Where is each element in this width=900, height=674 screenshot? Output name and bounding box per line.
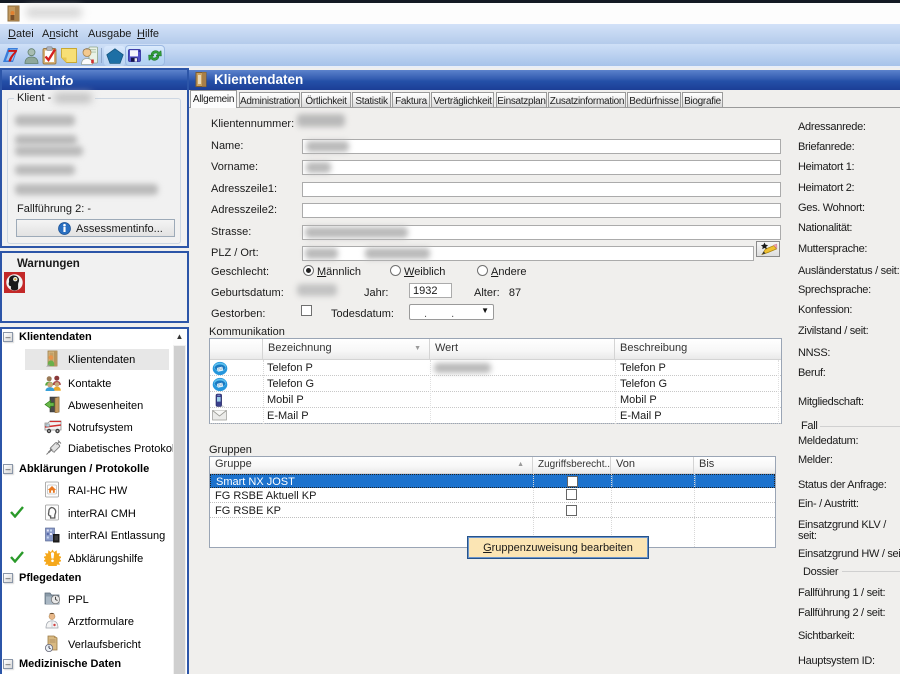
svg-text:7: 7 xyxy=(7,47,18,66)
